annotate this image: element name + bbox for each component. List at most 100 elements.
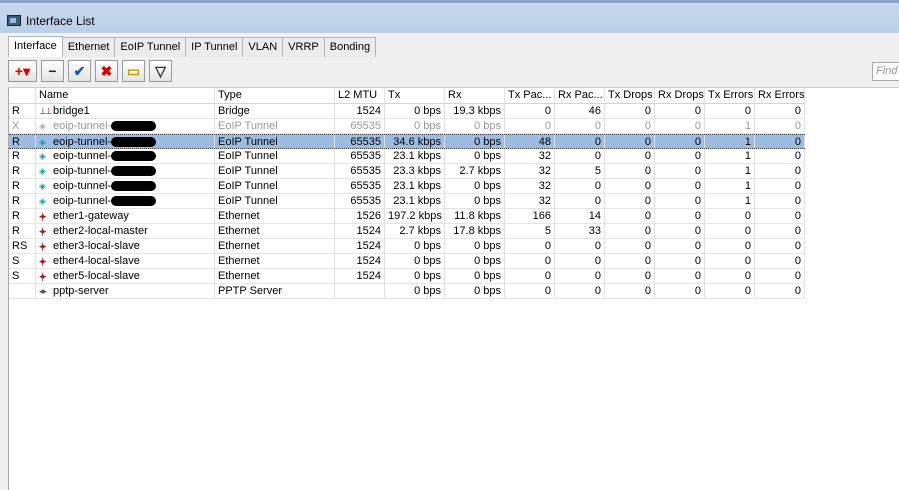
name-cell: ◂|▸ ether3-local-slave: [36, 239, 215, 253]
txe-cell: 0: [705, 104, 755, 118]
rx-cell: 0 bps: [445, 179, 505, 193]
rxp-cell: 0: [555, 179, 605, 193]
column-header[interactable]: Rx Drops: [655, 88, 705, 103]
table-row[interactable]: R ◂|▸ ether2-local-master Ethernet 1524 2.7 k…: [9, 224, 805, 239]
flag-cell: R: [9, 164, 36, 178]
comment-button[interactable]: ▭: [122, 60, 145, 82]
add-button[interactable]: +▾: [8, 60, 37, 82]
rxe-cell: 0: [755, 164, 805, 178]
mtu-cell: 1524: [335, 254, 385, 268]
txd-cell: 0: [605, 179, 655, 193]
table-row[interactable]: R ◈ eoip-tunnel- EoIP Tunnel 65535 34.6 kbps 0…: [9, 134, 805, 149]
name-cell: ◈ eoip-tunnel-: [36, 135, 215, 148]
rx-cell: 0 bps: [445, 254, 505, 268]
rxe-cell: 0: [755, 149, 805, 163]
window-title: Interface List: [26, 14, 95, 28]
interface-name: ether4-local-slave: [53, 255, 140, 267]
column-header[interactable]: Rx Errors: [755, 88, 805, 103]
column-header[interactable]: Tx Errors: [705, 88, 755, 103]
table-row[interactable]: X ◈ eoip-tunnel- EoIP Tunnel 65535 0 bps 0 bps…: [9, 119, 805, 134]
redaction-mark: [111, 121, 157, 132]
table-row[interactable]: R ⊥⊥ bridge1 Bridge 1524 0 bps 19.3 kbps 0 46 0 0 0…: [9, 104, 805, 119]
interface-name: eoip-tunnel-: [53, 195, 112, 207]
find-input[interactable]: Find: [872, 62, 899, 81]
column-header[interactable]: Tx: [385, 88, 445, 103]
mtu-cell: 65535: [335, 179, 385, 193]
table-row[interactable]: R ◈ eoip-tunnel- EoIP Tunnel 65535 23.3 kbps 2…: [9, 164, 805, 179]
txd-cell: 0: [605, 284, 655, 298]
table-row[interactable]: R ◈ eoip-tunnel- EoIP Tunnel 65535 23.1 kbps 0…: [9, 194, 805, 209]
enable-button[interactable]: ✔: [68, 60, 91, 82]
filter-button[interactable]: ▽: [149, 60, 172, 82]
tab-eoip-tunnel[interactable]: EoIP Tunnel: [114, 37, 187, 57]
redaction-mark: [111, 196, 157, 207]
rxe-cell: 0: [755, 104, 805, 118]
rx-cell: 0 bps: [445, 119, 505, 133]
rxd-cell: 0: [655, 209, 705, 223]
name-cell: ◂|▸ ether1-gateway: [36, 209, 215, 223]
table-row[interactable]: S ◂|▸ ether4-local-slave Ethernet 1524 0 bps 0…: [9, 254, 805, 269]
column-header[interactable]: Type: [215, 88, 335, 103]
table-row[interactable]: S ◂|▸ ether5-local-slave Ethernet 1524 0 bps 0…: [9, 269, 805, 284]
eoip-icon: ◈: [39, 121, 46, 131]
txp-cell: 32: [505, 179, 555, 193]
tab-vlan[interactable]: VLAN: [242, 37, 284, 57]
type-cell: EoIP Tunnel: [215, 194, 335, 208]
interface-name: pptp-server: [53, 285, 109, 297]
rxp-cell: 0: [555, 269, 605, 283]
table-row[interactable]: R ◈ eoip-tunnel- EoIP Tunnel 65535 23.1 kbps 0…: [9, 149, 805, 164]
tab-vrrp[interactable]: VRRP: [282, 37, 325, 57]
rxp-cell: 0: [555, 254, 605, 268]
type-cell: EoIP Tunnel: [215, 119, 335, 133]
table-header: Name Type L2 MTU Tx Rx Tx Pac... Rx Pac... Tx D…: [9, 88, 805, 104]
tab-bonding[interactable]: Bonding: [323, 37, 377, 57]
table-row[interactable]: R ◂|▸ ether1-gateway Ethernet 1526 197.2 kbps…: [9, 209, 805, 224]
txd-cell: 0: [605, 194, 655, 208]
tab-ethernet[interactable]: Ethernet: [61, 37, 116, 57]
tx-cell: 0 bps: [385, 269, 445, 283]
rxe-cell: 0: [755, 179, 805, 193]
ethernet-icon: ◂|▸: [39, 226, 46, 236]
flag-cell: S: [9, 269, 36, 283]
type-cell: Ethernet: [215, 209, 335, 223]
tab-interface[interactable]: Interface: [8, 36, 63, 57]
interface-name: eoip-tunnel-: [53, 136, 112, 148]
tab-bar: Interface Ethernet EoIP Tunnel IP Tunnel VLA…: [8, 36, 377, 57]
interface-name: ether1-gateway: [53, 210, 129, 222]
column-header[interactable]: Rx: [445, 88, 505, 103]
table-row[interactable]: ◂·▸ pptp-server PPTP Server 0 bps 0 bps 0 0 0 0 0…: [9, 284, 805, 299]
tab-ip-tunnel[interactable]: IP Tunnel: [185, 37, 244, 57]
column-header[interactable]: Name: [36, 88, 215, 103]
txd-cell: 0: [605, 135, 655, 148]
rx-cell: 17.8 kbps: [445, 224, 505, 238]
rxp-cell: 0: [555, 284, 605, 298]
table-row[interactable]: R ◈ eoip-tunnel- EoIP Tunnel 65535 23.1 kbps 0…: [9, 179, 805, 194]
txd-cell: 0: [605, 149, 655, 163]
column-header[interactable]: Tx Drops: [605, 88, 655, 103]
type-cell: Ethernet: [215, 269, 335, 283]
txe-cell: 0: [705, 224, 755, 238]
mtu-cell: 65535: [335, 194, 385, 208]
rx-cell: 0 bps: [445, 135, 505, 148]
name-cell: ⊥⊥ bridge1: [36, 104, 215, 118]
column-header[interactable]: [9, 88, 36, 103]
name-cell: ◈ eoip-tunnel-: [36, 119, 215, 133]
column-header[interactable]: Rx Pac...: [555, 88, 605, 103]
rxe-cell: 0: [755, 224, 805, 238]
column-header[interactable]: Tx Pac...: [505, 88, 555, 103]
interface-name: ether5-local-slave: [53, 270, 140, 282]
interface-name: eoip-tunnel-: [53, 150, 112, 162]
tx-cell: 0 bps: [385, 284, 445, 298]
flag-cell: S: [9, 254, 36, 268]
rxd-cell: 0: [655, 119, 705, 133]
txp-cell: 0: [505, 269, 555, 283]
table-row[interactable]: RS ◂|▸ ether3-local-slave Ethernet 1524 0 bps…: [9, 239, 805, 254]
txe-cell: 0: [705, 269, 755, 283]
rxd-cell: 0: [655, 224, 705, 238]
remove-button[interactable]: −: [41, 60, 64, 82]
rxe-cell: 0: [755, 209, 805, 223]
mtu-cell: 1524: [335, 104, 385, 118]
disable-button[interactable]: ✖: [95, 60, 118, 82]
column-header[interactable]: L2 MTU: [335, 88, 385, 103]
type-cell: EoIP Tunnel: [215, 149, 335, 163]
